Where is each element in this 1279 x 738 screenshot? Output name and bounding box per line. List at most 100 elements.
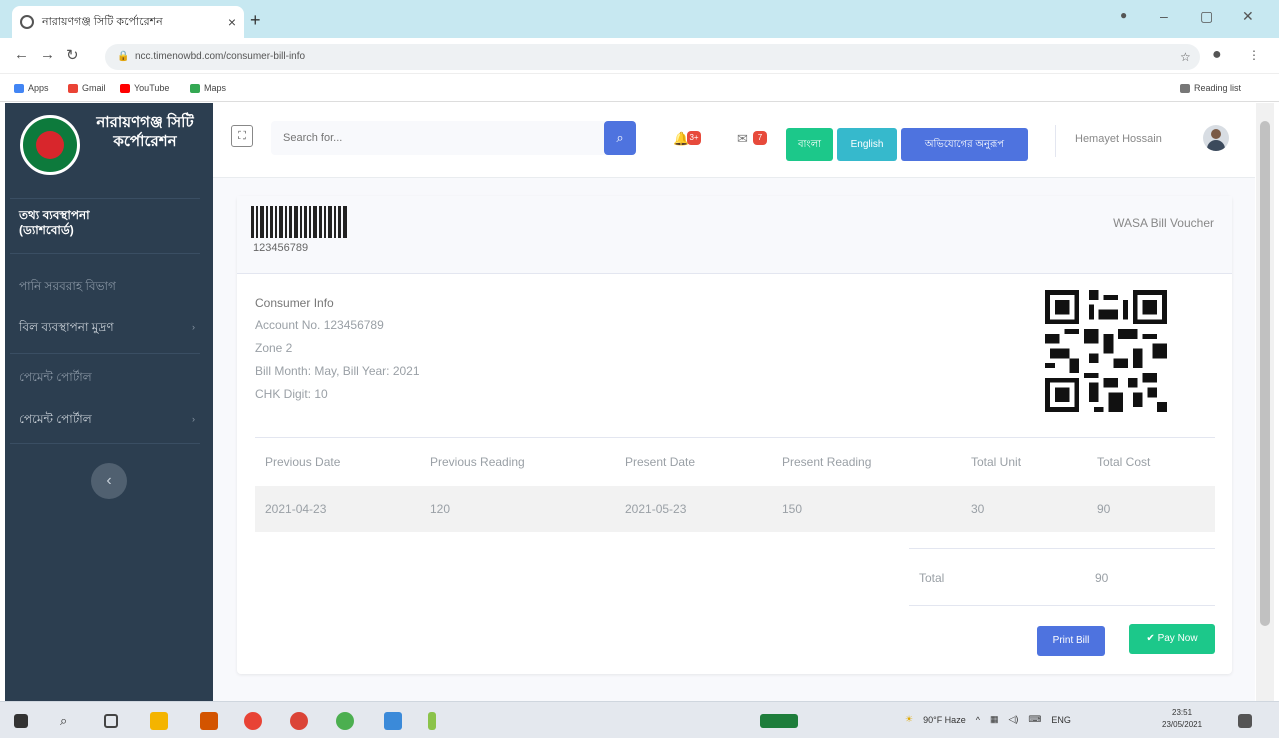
col-present-date: Present Date bbox=[615, 437, 772, 486]
maps-icon bbox=[190, 83, 200, 93]
cell: 150 bbox=[772, 485, 961, 532]
chevron-right-icon: › bbox=[192, 322, 195, 332]
apps-icon bbox=[14, 83, 24, 93]
bookmark-apps[interactable]: Apps bbox=[14, 83, 49, 93]
sidebar-toggle-button[interactable]: ‹ bbox=[91, 463, 127, 499]
chevron-right-icon: › bbox=[192, 414, 195, 424]
weather-text[interactable]: 90°F Haze bbox=[923, 715, 966, 725]
divider bbox=[10, 443, 200, 444]
notifications-icon[interactable] bbox=[1238, 714, 1252, 728]
bookmark-maps[interactable]: Maps bbox=[190, 83, 226, 93]
print-bill-button[interactable]: Print Bill bbox=[1037, 626, 1105, 656]
date: 23/05/2021 bbox=[1162, 720, 1203, 729]
col-previous-reading: Previous Reading bbox=[420, 437, 615, 486]
keyboard-icon[interactable]: ⌨ bbox=[1028, 714, 1041, 725]
bill-voucher-card: 123456789 WASA Bill Voucher Consumer Inf… bbox=[237, 196, 1232, 674]
task-view-icon[interactable] bbox=[104, 714, 118, 728]
scrollbar[interactable] bbox=[1256, 103, 1274, 701]
star-icon[interactable]: ☆ bbox=[1180, 50, 1191, 64]
total-row: Total 90 bbox=[909, 548, 1215, 606]
close-window-button[interactable]: ✕ bbox=[1242, 8, 1254, 25]
menu-icon[interactable]: ⋮ bbox=[1248, 48, 1260, 62]
search-input[interactable] bbox=[271, 121, 621, 155]
file-explorer-icon[interactable] bbox=[150, 712, 168, 730]
chk-digit: CHK Digit: 10 bbox=[255, 387, 328, 401]
bangla-button[interactable]: বাংলা bbox=[786, 128, 833, 161]
url-text: ncc.timenowbd.com/consumer-bill-info bbox=[135, 51, 306, 62]
total-label: Total bbox=[919, 571, 945, 585]
windows-start-icon[interactable] bbox=[14, 714, 28, 728]
chevron-up-icon[interactable]: ^ bbox=[976, 715, 980, 725]
fullscreen-icon[interactable]: ⛶ bbox=[231, 125, 253, 147]
sidebar: নারায়ণগঞ্জ সিটি কর্পোরেশন তথ্য ব্যবস্থা… bbox=[5, 103, 213, 701]
sidebar-item-dashboard[interactable]: তথ্য ব্যবস্থাপনা (ড্যাশবোর্ড) bbox=[19, 208, 139, 238]
scrollbar-thumb[interactable] bbox=[1260, 121, 1270, 626]
maximize-button[interactable]: ▢ bbox=[1200, 8, 1213, 25]
extension-icon[interactable]: ● bbox=[1212, 46, 1222, 64]
col-present-reading: Present Reading bbox=[772, 437, 961, 486]
language-indicator[interactable]: ENG bbox=[1051, 715, 1071, 725]
search-button[interactable]: ⌕ bbox=[604, 121, 636, 155]
sidebar-item-payment-portal-heading[interactable]: পেমেন্ট পোর্টাল bbox=[19, 369, 92, 389]
app-icon[interactable] bbox=[760, 714, 798, 728]
close-tab-icon[interactable]: × bbox=[228, 14, 236, 30]
cell: 2021-05-23 bbox=[615, 485, 772, 532]
chrome-icon[interactable] bbox=[244, 712, 262, 730]
profile-icon[interactable]: ● bbox=[1120, 8, 1127, 22]
consumer-info-heading: Consumer Info bbox=[255, 296, 334, 310]
complaint-button[interactable]: অভিযোগের অনুরূপ bbox=[901, 128, 1028, 161]
total-value: 90 bbox=[1095, 571, 1109, 585]
divider bbox=[1055, 125, 1056, 157]
voucher-header: 123456789 WASA Bill Voucher bbox=[237, 196, 1232, 274]
divider bbox=[10, 253, 200, 254]
barcode-number: 123456789 bbox=[253, 242, 309, 254]
english-button[interactable]: English bbox=[837, 128, 897, 161]
new-tab-button[interactable]: + bbox=[250, 10, 261, 31]
app-icon[interactable] bbox=[428, 712, 436, 730]
time: 23:51 bbox=[1172, 708, 1193, 717]
chrome-icon[interactable] bbox=[336, 712, 354, 730]
envelope-icon[interactable]: ✉ bbox=[737, 131, 748, 147]
col-total-unit: Total Unit bbox=[961, 437, 1087, 486]
gmail-icon bbox=[68, 83, 78, 93]
logo-emblem bbox=[36, 131, 64, 159]
reading-list-icon bbox=[1180, 83, 1190, 93]
reading-list[interactable]: Reading list bbox=[1180, 83, 1241, 93]
user-name[interactable]: Hemayet Hossain bbox=[1075, 133, 1162, 145]
youtube-icon bbox=[120, 83, 130, 93]
clock[interactable]: 23:51 23/05/2021 bbox=[1162, 707, 1202, 731]
chrome-icon[interactable] bbox=[290, 712, 308, 730]
sidebar-item-payment-portal[interactable]: পেমেন্ট পোর্টাল bbox=[19, 411, 92, 431]
table-row: 2021-04-23 120 2021-05-23 150 30 90 bbox=[255, 485, 1215, 532]
bookmark-gmail[interactable]: Gmail bbox=[68, 83, 106, 93]
browser-tab[interactable]: নারায়ণগঞ্জ সিটি কর্পোরেশন × bbox=[12, 6, 244, 38]
forward-icon[interactable]: → bbox=[40, 46, 55, 63]
back-icon[interactable]: ← bbox=[14, 46, 29, 63]
lock-icon: 🔒 bbox=[117, 51, 130, 62]
sidebar-item-bill-management[interactable]: বিল ব্যবস্থাপনা মুদ্রণ bbox=[19, 319, 114, 339]
zone: Zone 2 bbox=[255, 341, 293, 355]
bookmarks-bar: Apps Gmail YouTube Maps Reading list bbox=[0, 74, 1279, 102]
system-tray: ☀ 90°F Haze ^ ▦ ◁) ⌨ ENG bbox=[905, 714, 1071, 725]
minimize-button[interactable]: – bbox=[1160, 8, 1168, 24]
topbar: ⛶ ⌕ 🔔 3+ ✉ 7 বাংলা English অভিযোগের অনুর… bbox=[213, 103, 1255, 178]
volume-icon[interactable]: ◁) bbox=[1008, 714, 1018, 725]
url-input[interactable]: 🔒 ncc.timenowbd.com/consumer-bill-info bbox=[105, 44, 1200, 70]
pay-now-button[interactable]: ✔ Pay Now bbox=[1129, 624, 1215, 654]
app-icon[interactable] bbox=[200, 712, 218, 730]
divider bbox=[10, 353, 200, 354]
reload-icon[interactable]: ↻ bbox=[66, 46, 79, 64]
favicon-icon bbox=[20, 15, 34, 29]
bookmark-youtube[interactable]: YouTube bbox=[120, 83, 169, 93]
app-icon[interactable] bbox=[384, 712, 402, 730]
sidebar-item-water-supply[interactable]: পানি সরবরাহ বিভাগ bbox=[19, 278, 116, 298]
network-icon[interactable]: ▦ bbox=[990, 714, 999, 725]
logo[interactable] bbox=[20, 115, 80, 175]
weather-icon: ☀ bbox=[905, 714, 914, 724]
divider bbox=[10, 198, 200, 199]
search-icon[interactable]: ⌕ bbox=[60, 713, 78, 731]
table-header-row: Previous Date Previous Reading Present D… bbox=[255, 437, 1215, 486]
avatar[interactable] bbox=[1203, 125, 1229, 151]
barcode-icon bbox=[251, 204, 349, 238]
browser-tabbar: নারায়ণগঞ্জ সিটি কর্পোরেশন × + ● – ▢ ✕ bbox=[0, 0, 1279, 38]
